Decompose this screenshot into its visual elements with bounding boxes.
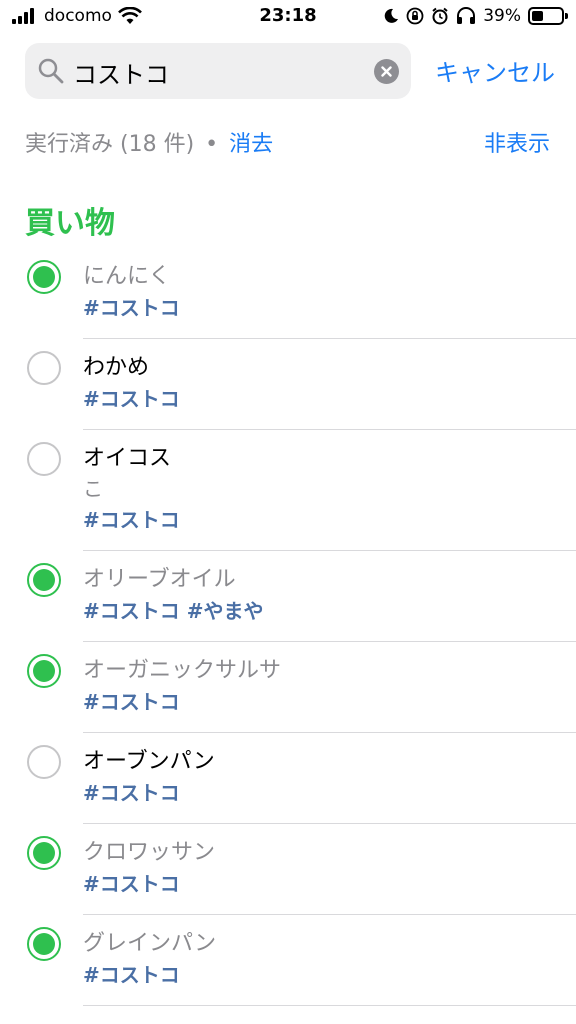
completed-count-label: 実行済み (18 件) — [25, 132, 195, 157]
completed-checkbox[interactable] — [27, 260, 61, 294]
item-content: オイコスこ #コストコ — [83, 430, 576, 551]
item-content: オーブンパン #コストコ — [83, 733, 576, 824]
item-tags[interactable]: #コストコ — [83, 383, 576, 415]
item-title: クロワッサン — [83, 840, 216, 865]
item-tags[interactable]: #コストコ — [83, 686, 576, 718]
search-field[interactable]: コストコ — [25, 43, 411, 99]
item-content: クロワッサン #コストコ — [83, 824, 576, 915]
battery-percentage: 39% — [483, 6, 521, 26]
item-title: オリーブオイル — [83, 567, 236, 592]
completed-bar: 実行済み (18 件) • 消去 非表示 — [25, 126, 550, 162]
orientation-lock-icon — [406, 7, 424, 25]
status-right: 39% — [383, 6, 568, 26]
checkbox[interactable] — [27, 442, 61, 476]
clear-completed-button[interactable]: 消去 — [229, 132, 273, 157]
list-item[interactable]: オイコスこ #コストコ — [0, 430, 576, 551]
item-tags[interactable]: #コストコ — [83, 868, 576, 900]
battery-level — [532, 11, 543, 21]
list-item[interactable]: オーブンパン #コストコ — [0, 733, 576, 824]
item-tags[interactable]: #コストコ — [83, 504, 576, 536]
item-tags[interactable]: #コストコ — [83, 959, 576, 991]
item-title: わかめ — [83, 355, 150, 380]
clear-search-icon[interactable] — [374, 59, 399, 84]
headphones-icon — [457, 7, 476, 24]
list-item[interactable]: わかめ #コストコ — [0, 339, 576, 430]
search-input[interactable]: コストコ — [73, 55, 169, 90]
item-title: オイコス — [83, 446, 172, 471]
completed-checkbox[interactable] — [27, 563, 61, 597]
completed-checkbox[interactable] — [27, 927, 61, 961]
search-icon — [38, 58, 64, 84]
completed-checkbox[interactable] — [27, 654, 61, 688]
search-row: コストコ キャンセル — [25, 43, 555, 99]
checkbox[interactable] — [27, 745, 61, 779]
alarm-icon — [432, 7, 448, 25]
item-content: わかめ #コストコ — [83, 339, 576, 430]
checkbox[interactable] — [27, 351, 61, 385]
cancel-button[interactable]: キャンセル — [435, 53, 555, 88]
moon-icon — [384, 8, 399, 23]
list-item[interactable]: クロワッサン #コストコ — [0, 824, 576, 915]
status-bar: docomo 23:18 39% — [0, 0, 576, 34]
list-item[interactable]: オーガニックサルサ #コストコ — [0, 642, 576, 733]
battery-icon — [528, 7, 568, 25]
item-tags[interactable]: #コストコ — [83, 292, 576, 324]
item-title: オーブンパン — [83, 749, 215, 774]
item-note: こ — [83, 477, 103, 501]
list-item[interactable]: にんにく #コストコ — [0, 248, 576, 339]
hide-completed-button[interactable]: 非表示 — [484, 126, 550, 158]
item-tags[interactable]: #コストコ #やまや — [83, 595, 576, 627]
completed-checkbox[interactable] — [27, 836, 61, 870]
list-item[interactable]: グレインパン #コストコ — [0, 915, 576, 1006]
item-title: にんにく — [83, 264, 171, 289]
item-tags[interactable]: #コストコ — [83, 777, 576, 809]
separator-dot: • — [205, 132, 219, 157]
list-item[interactable]: オリーブオイル #コストコ #やまや — [0, 551, 576, 642]
item-title: グレインパン — [83, 931, 217, 956]
item-title: オーガニックサルサ — [83, 658, 282, 683]
item-content: にんにく #コストコ — [83, 248, 576, 339]
list-title: 買い物 — [25, 206, 115, 241]
item-content: オリーブオイル #コストコ #やまや — [83, 551, 576, 642]
item-content: オーガニックサルサ #コストコ — [83, 642, 576, 733]
item-content: グレインパン #コストコ — [83, 915, 576, 1006]
reminder-list: にんにく #コストコ わかめ #コストコ オイコスこ #コストコ オリーブオイル #コストコ … — [0, 248, 576, 1006]
